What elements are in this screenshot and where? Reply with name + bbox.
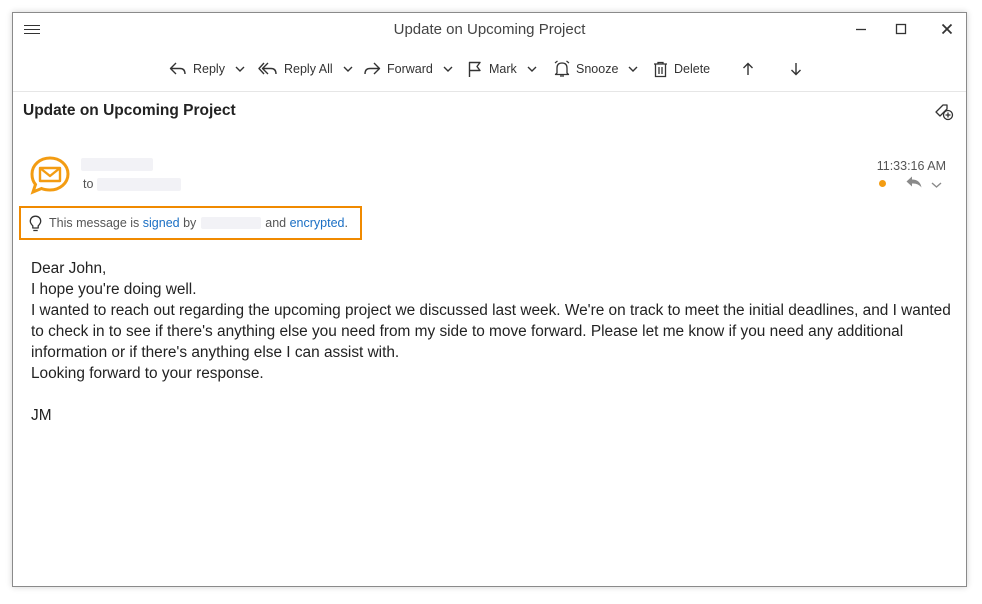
body-signature: JM: [31, 407, 52, 424]
signer-redacted: [200, 217, 261, 229]
reply-button[interactable]: Reply: [169, 55, 245, 83]
delete-label: Delete: [674, 62, 711, 76]
chevron-down-icon[interactable]: [527, 65, 537, 73]
message-body: Dear John, I hope you're doing well. I w…: [31, 258, 951, 426]
chevron-down-icon[interactable]: [343, 65, 353, 73]
message-timestamp: 11:33:16 AM: [876, 159, 946, 173]
reply-all-button[interactable]: Reply All: [258, 55, 353, 83]
message-subject: Update on Upcoming Project: [23, 102, 236, 119]
chevron-down-icon[interactable]: [443, 65, 453, 73]
security-by: by: [179, 216, 200, 230]
reply-all-label: Reply All: [284, 62, 333, 76]
header-chevron-down-icon[interactable]: [931, 176, 942, 194]
arrow-up-icon: [743, 62, 753, 75]
mark-button[interactable]: Mark: [467, 55, 537, 83]
security-suffix: .: [344, 216, 348, 230]
forward-icon: [364, 62, 381, 75]
mail-bubble-icon: [29, 155, 71, 195]
lightbulb-icon: [29, 215, 42, 231]
tag-add-icon[interactable]: [934, 101, 954, 121]
toolbar: Reply Reply All Forward Mark Snooze Dele…: [13, 55, 966, 83]
next-message-button[interactable]: [790, 55, 802, 83]
mark-label: Mark: [489, 62, 517, 76]
body-line: I hope you're doing well.: [31, 281, 197, 298]
chevron-down-icon[interactable]: [235, 65, 245, 73]
recipient-row: to: [83, 177, 182, 191]
window-title: Update on Upcoming Project: [393, 21, 586, 38]
trash-icon: [654, 61, 667, 77]
snooze-button[interactable]: Snooze: [554, 55, 638, 83]
reply-icon: [169, 62, 186, 75]
signed-link[interactable]: signed: [143, 216, 180, 230]
encrypted-link[interactable]: encrypted: [290, 216, 345, 230]
sender-name-redacted: [81, 158, 153, 171]
delete-button[interactable]: Delete: [653, 55, 710, 83]
security-prefix: This message is: [49, 216, 143, 230]
flag-icon: [468, 61, 481, 77]
body-paragraph: I wanted to reach out regarding the upco…: [31, 302, 951, 361]
mail-window: Update on Upcoming Project Reply Reply A…: [12, 12, 967, 587]
arrow-down-icon: [791, 63, 801, 76]
toolbar-divider: [13, 91, 966, 92]
recipient-redacted: [97, 177, 182, 191]
reply-label: Reply: [193, 62, 225, 76]
previous-message-button[interactable]: [742, 55, 754, 83]
bell-icon: [554, 60, 570, 77]
forward-button[interactable]: Forward: [363, 55, 453, 83]
snooze-label: Snooze: [576, 62, 619, 76]
maximize-icon[interactable]: [890, 18, 912, 40]
reply-all-icon: [258, 62, 277, 75]
chevron-down-icon[interactable]: [628, 65, 638, 73]
security-and: and: [261, 216, 290, 230]
status-dot: [879, 180, 886, 187]
body-line: Looking forward to your response.: [31, 365, 264, 382]
security-info-bar: This message is signed by and encrypted …: [19, 206, 362, 240]
body-greeting: Dear John,: [31, 260, 107, 277]
minimize-icon[interactable]: [850, 18, 872, 40]
quick-reply-icon[interactable]: [905, 175, 923, 194]
to-label: to: [83, 177, 94, 191]
close-icon[interactable]: [936, 18, 958, 40]
forward-label: Forward: [387, 62, 433, 76]
title-bar: Update on Upcoming Project: [13, 13, 966, 47]
